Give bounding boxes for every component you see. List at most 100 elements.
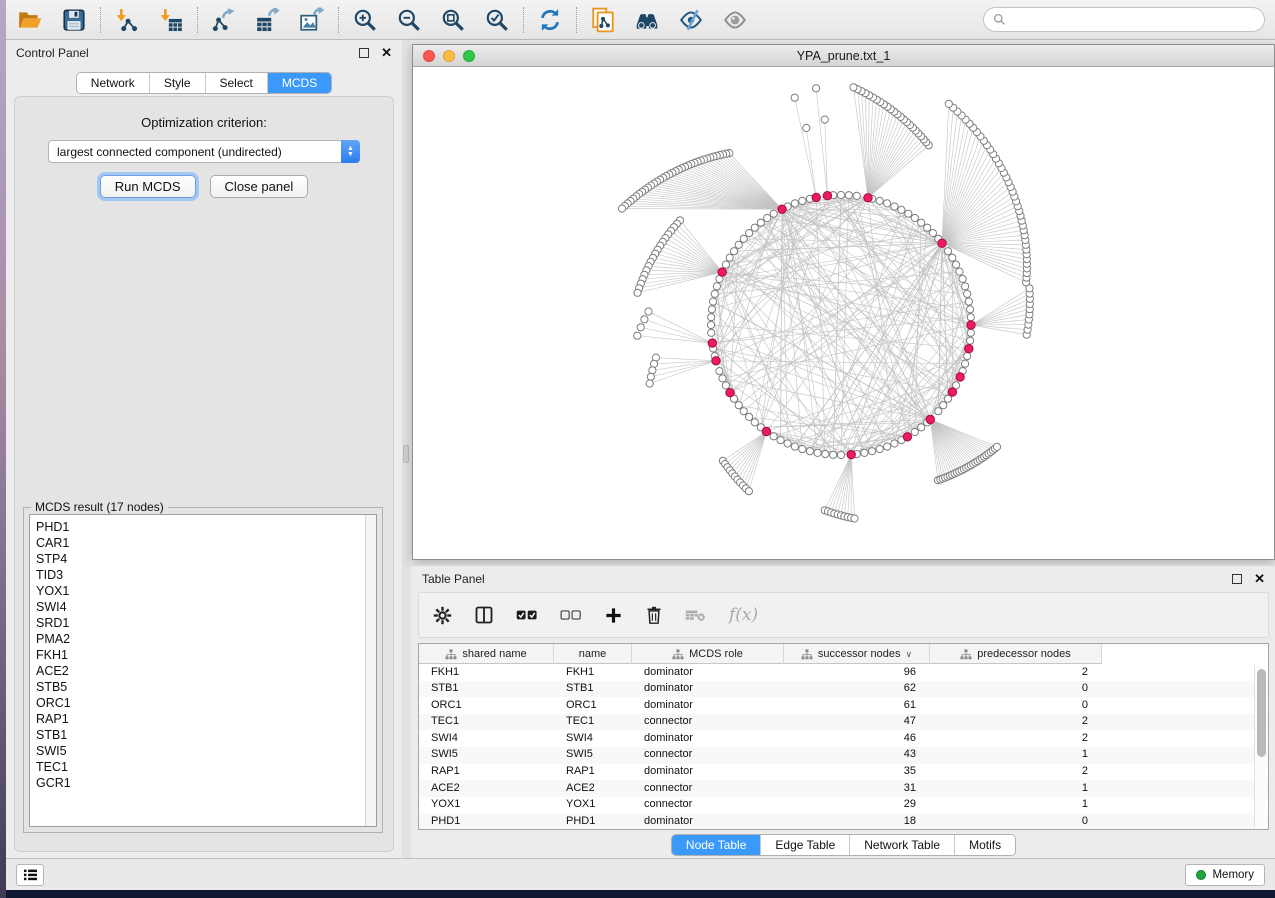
mcds-result-item[interactable]: SWI4 bbox=[36, 599, 376, 615]
table-cell[interactable] bbox=[1102, 681, 1268, 698]
table-cell[interactable]: dominator bbox=[632, 697, 784, 714]
table-cell[interactable] bbox=[1102, 747, 1268, 764]
table-cell[interactable]: 0 bbox=[930, 681, 1102, 698]
table-cell[interactable]: STB1 bbox=[554, 681, 632, 698]
table-cell[interactable]: 47 bbox=[784, 714, 930, 731]
table-row[interactable]: STB1STB1dominator620 bbox=[419, 681, 1268, 698]
zoom-in-icon[interactable] bbox=[351, 6, 379, 34]
table-cell[interactable]: connector bbox=[632, 714, 784, 731]
tab-motifs[interactable]: Motifs bbox=[954, 835, 1015, 855]
table-cell[interactable]: 46 bbox=[784, 730, 930, 747]
table-cell[interactable]: 43 bbox=[784, 747, 930, 764]
table-cell[interactable] bbox=[1102, 730, 1268, 747]
node-table[interactable]: shared name name MCDS role successor nod… bbox=[418, 643, 1269, 830]
mcds-result-item[interactable]: ORC1 bbox=[36, 695, 376, 711]
table-cell[interactable]: STB1 bbox=[419, 681, 554, 698]
settings-gear-icon[interactable] bbox=[433, 606, 452, 625]
save-icon[interactable] bbox=[60, 6, 88, 34]
mcds-result-item[interactable]: TEC1 bbox=[36, 759, 376, 775]
export-network-icon[interactable] bbox=[210, 6, 238, 34]
network-window-titlebar[interactable]: YPA_prune.txt_1 bbox=[413, 45, 1274, 67]
table-cell[interactable]: PHD1 bbox=[419, 813, 554, 830]
close-table-panel-icon[interactable]: ✕ bbox=[1254, 574, 1265, 584]
table-cell[interactable]: 2 bbox=[930, 664, 1102, 681]
mcds-result-item[interactable]: PMA2 bbox=[36, 631, 376, 647]
table-cell[interactable] bbox=[1102, 813, 1268, 830]
vertical-splitter[interactable] bbox=[402, 40, 410, 858]
zoom-fit-icon[interactable] bbox=[439, 6, 467, 34]
table-cell[interactable]: FKH1 bbox=[554, 664, 632, 681]
mcds-list-scrollbar[interactable] bbox=[365, 515, 376, 826]
memory-button[interactable]: Memory bbox=[1185, 864, 1265, 886]
table-cell[interactable]: 1 bbox=[930, 797, 1102, 814]
table-cell[interactable] bbox=[1102, 764, 1268, 781]
close-panel-icon[interactable]: ✕ bbox=[381, 48, 392, 58]
table-row[interactable]: TEC1TEC1connector472 bbox=[419, 714, 1268, 731]
mcds-result-item[interactable]: PHD1 bbox=[36, 519, 376, 535]
table-row[interactable]: YOX1YOX1connector291 bbox=[419, 797, 1268, 814]
table-row[interactable]: SWI4SWI4dominator462 bbox=[419, 730, 1268, 747]
zoom-out-icon[interactable] bbox=[395, 6, 423, 34]
mcds-result-item[interactable]: STP4 bbox=[36, 551, 376, 567]
table-scrollbar[interactable] bbox=[1254, 665, 1267, 828]
tab-edge-table[interactable]: Edge Table bbox=[760, 835, 849, 855]
table-cell[interactable]: 62 bbox=[784, 681, 930, 698]
table-cell[interactable]: connector bbox=[632, 780, 784, 797]
tab-mcds[interactable]: MCDS bbox=[267, 73, 331, 93]
mcds-result-item[interactable]: STB1 bbox=[36, 727, 376, 743]
table-cell[interactable]: SWI5 bbox=[419, 747, 554, 764]
search-input[interactable] bbox=[983, 7, 1265, 32]
mcds-result-item[interactable]: SRD1 bbox=[36, 615, 376, 631]
export-table-icon[interactable] bbox=[254, 6, 282, 34]
close-panel-button[interactable]: Close panel bbox=[210, 175, 309, 198]
tab-network[interactable]: Network bbox=[77, 73, 149, 93]
column-header-predecessor-nodes[interactable]: predecessor nodes bbox=[930, 644, 1102, 664]
mcds-result-list[interactable]: PHD1CAR1STP4TID3YOX1SWI4SRD1PMA2FKH1ACE2… bbox=[29, 514, 377, 827]
table-cell[interactable]: RAP1 bbox=[554, 764, 632, 781]
table-body[interactable]: FKH1FKH1dominator962STB1STB1dominator620… bbox=[419, 664, 1268, 830]
import-network-icon[interactable] bbox=[113, 6, 141, 34]
table-cell[interactable]: dominator bbox=[632, 664, 784, 681]
table-cell[interactable]: YOX1 bbox=[419, 797, 554, 814]
table-row[interactable]: RAP1RAP1dominator352 bbox=[419, 764, 1268, 781]
table-cell[interactable]: connector bbox=[632, 797, 784, 814]
table-cell[interactable]: TEC1 bbox=[419, 714, 554, 731]
table-cell[interactable]: YOX1 bbox=[554, 797, 632, 814]
table-cell[interactable]: 2 bbox=[930, 730, 1102, 747]
delete-column-icon[interactable] bbox=[645, 605, 663, 625]
table-cell[interactable]: SWI5 bbox=[554, 747, 632, 764]
mcds-result-item[interactable]: CAR1 bbox=[36, 535, 376, 551]
mcds-result-item[interactable]: FKH1 bbox=[36, 647, 376, 663]
table-cell[interactable] bbox=[1102, 780, 1268, 797]
table-scrollbar-thumb[interactable] bbox=[1257, 669, 1266, 757]
graphics-details-icon[interactable] bbox=[677, 6, 705, 34]
table-cell[interactable]: RAP1 bbox=[419, 764, 554, 781]
refresh-icon[interactable] bbox=[536, 6, 564, 34]
table-cell[interactable]: ORC1 bbox=[554, 697, 632, 714]
table-row[interactable]: ACE2ACE2connector311 bbox=[419, 780, 1268, 797]
table-row[interactable]: ORC1ORC1dominator610 bbox=[419, 697, 1268, 714]
tab-network-table[interactable]: Network Table bbox=[849, 835, 954, 855]
table-cell[interactable]: 2 bbox=[930, 764, 1102, 781]
table-cell[interactable]: 31 bbox=[784, 780, 930, 797]
float-panel-icon[interactable] bbox=[359, 48, 369, 58]
table-cell[interactable]: dominator bbox=[632, 681, 784, 698]
network-document-icon[interactable] bbox=[589, 6, 617, 34]
table-cell[interactable]: 1 bbox=[930, 747, 1102, 764]
table-cell[interactable]: SWI4 bbox=[554, 730, 632, 747]
column-header-shared-name[interactable]: shared name bbox=[419, 644, 554, 664]
table-cell[interactable] bbox=[1102, 797, 1268, 814]
column-header-name[interactable]: name bbox=[554, 644, 632, 664]
show-hide-icon[interactable] bbox=[721, 6, 749, 34]
zoom-selected-icon[interactable] bbox=[483, 6, 511, 34]
tab-style[interactable]: Style bbox=[149, 73, 205, 93]
table-cell[interactable]: ACE2 bbox=[554, 780, 632, 797]
mcds-result-item[interactable]: ACE2 bbox=[36, 663, 376, 679]
table-cell[interactable] bbox=[1102, 697, 1268, 714]
mcds-result-item[interactable]: TID3 bbox=[36, 567, 376, 583]
table-row[interactable]: PHD1PHD1dominator180 bbox=[419, 813, 1268, 830]
table-cell[interactable]: 29 bbox=[784, 797, 930, 814]
table-cell[interactable]: dominator bbox=[632, 813, 784, 830]
tab-select[interactable]: Select bbox=[205, 73, 267, 93]
task-history-button[interactable] bbox=[16, 864, 44, 886]
